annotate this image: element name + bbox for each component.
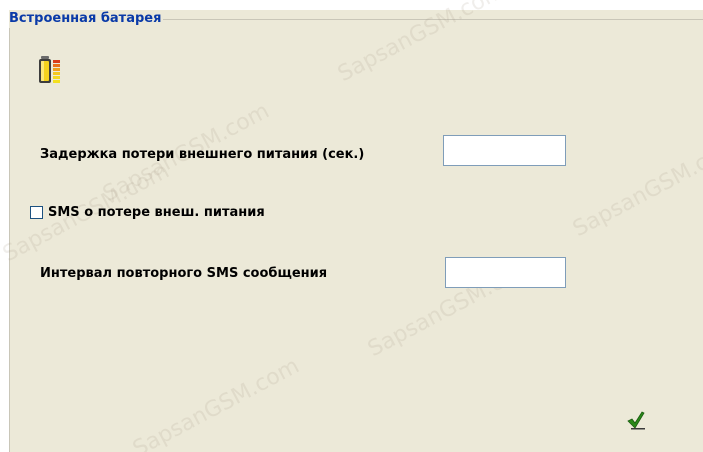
repeat-sms-interval-input[interactable] <box>445 257 566 288</box>
sms-on-loss-checkbox[interactable] <box>30 206 43 219</box>
battery-settings-window: Встроенная батарея SapsanGSM.com SapsanG… <box>0 0 703 452</box>
checkmark-icon[interactable] <box>626 410 646 430</box>
groupbox-border <box>9 19 703 452</box>
repeat-sms-interval-label: Интервал повторного SMS сообщения <box>40 266 328 281</box>
settings-panel: Встроенная батарея SapsanGSM.com SapsanG… <box>0 0 703 452</box>
group-title: Встроенная батарея <box>9 10 164 28</box>
power-loss-delay-label: Задержка потери внешнего питания (сек.) <box>40 147 365 162</box>
battery-icon <box>39 56 60 83</box>
power-loss-delay-input[interactable] <box>443 135 566 166</box>
sms-on-loss-label[interactable]: SMS о потере внеш. питания <box>48 205 265 221</box>
